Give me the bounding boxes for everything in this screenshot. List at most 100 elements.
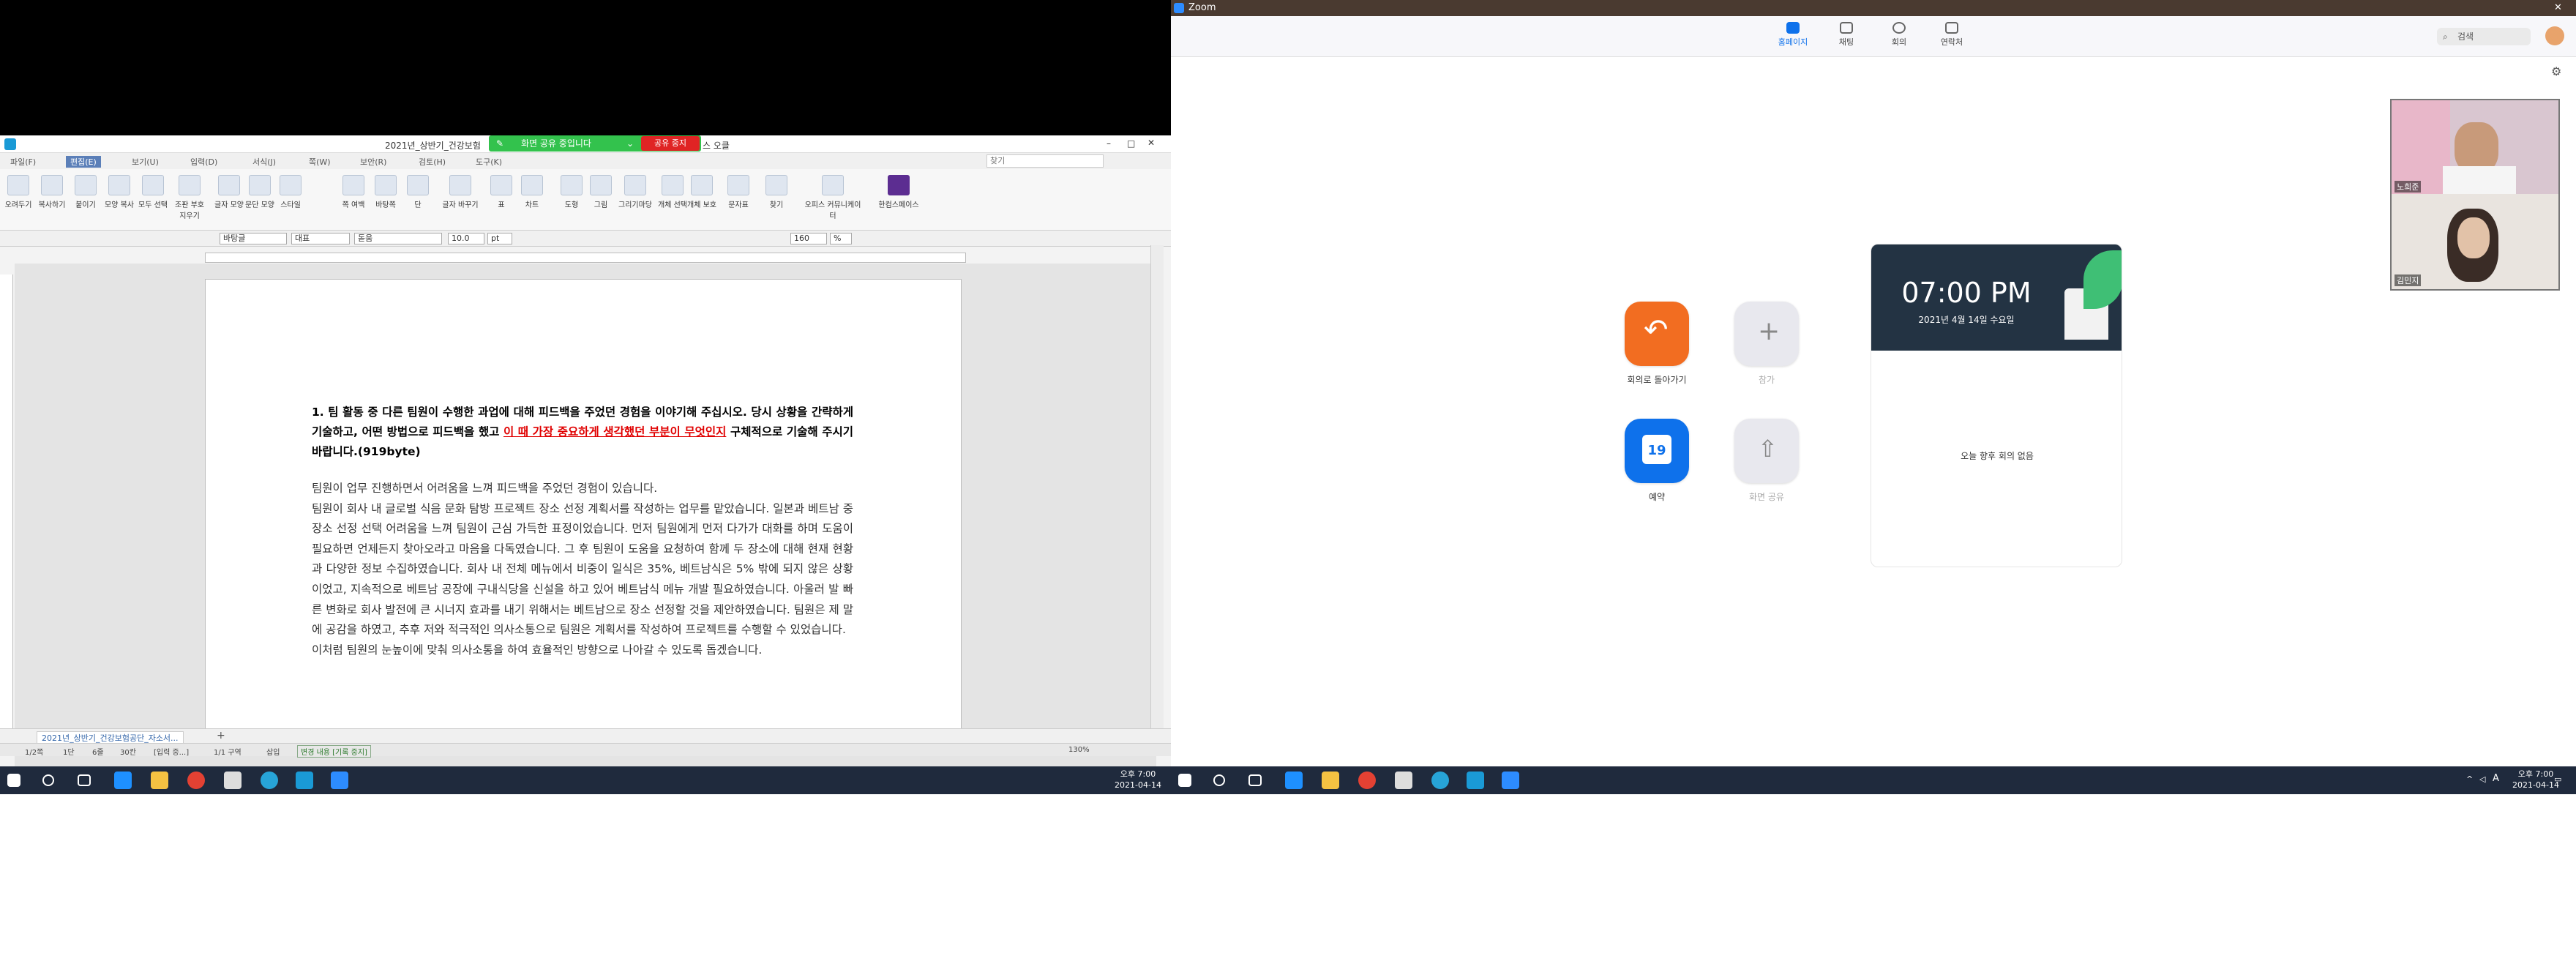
ime-indicator[interactable]: A xyxy=(2493,773,2499,784)
video-participant-2[interactable]: 김민지 xyxy=(2392,194,2558,289)
hwp-search-input[interactable] xyxy=(986,154,1104,168)
search-icon[interactable] xyxy=(1213,774,1225,786)
nav-home[interactable]: 홈페이지 xyxy=(1771,22,1815,48)
ribbon-shape[interactable]: 도형 xyxy=(556,172,587,228)
file-explorer-icon[interactable] xyxy=(1322,772,1339,789)
menu-page[interactable]: 쪽(W) xyxy=(309,156,331,168)
menu-tools[interactable]: 도구(K) xyxy=(476,156,502,168)
close-icon[interactable]: ✕ xyxy=(2554,0,2562,16)
menu-insert[interactable]: 입력(D) xyxy=(190,156,217,168)
zoom-unit[interactable]: % xyxy=(830,233,852,244)
ribbon-select-all[interactable]: 모두 선택 xyxy=(138,172,168,228)
ribbon-style[interactable]: 스타일 xyxy=(275,172,306,228)
status-zoom[interactable]: 130% xyxy=(1068,746,1090,754)
zoom-taskbar-icon[interactable] xyxy=(331,772,348,789)
close-icon[interactable]: ✕ xyxy=(1147,138,1155,148)
chrome-icon[interactable] xyxy=(1358,772,1376,789)
hwp-taskbar-icon[interactable] xyxy=(296,772,313,789)
ribbon-object-select[interactable]: 개체 선택 xyxy=(657,172,688,228)
track-changes-status[interactable]: 변경 내용 [기록 중지] xyxy=(297,745,371,758)
nav-home-label: 홈페이지 xyxy=(1778,37,1808,47)
zoom-search-input[interactable]: ⌕ 검색 xyxy=(2437,28,2531,45)
font-lang-select[interactable]: 대표 xyxy=(291,233,350,244)
rejoin-label: 회의로 돌아가기 xyxy=(1627,375,1687,385)
video-participant-1[interactable]: 노희준 xyxy=(2392,100,2558,194)
ribbon-office-communicator[interactable]: 오피스 커뮤니케이터 xyxy=(802,172,864,228)
app-icon[interactable] xyxy=(224,772,242,789)
nav-contacts[interactable]: 연락처 xyxy=(1930,22,1974,48)
task-view-icon[interactable] xyxy=(1248,774,1262,786)
ribbon-clear-codes[interactable]: 조판 부호 지우기 xyxy=(171,172,208,228)
speaker-icon[interactable]: ◁ xyxy=(2479,774,2485,785)
ribbon-char-shape[interactable]: 글자 모양 xyxy=(214,172,244,228)
join-button[interactable]: + xyxy=(1734,302,1799,366)
zoom-input[interactable]: 160 xyxy=(790,233,827,244)
task-view-icon[interactable] xyxy=(78,774,91,786)
nav-chat[interactable]: 채팅 xyxy=(1824,22,1868,48)
hwp-logo-icon xyxy=(4,138,16,150)
font-size-input[interactable]: 10.0 xyxy=(448,233,484,244)
zoom-logo-icon xyxy=(1174,3,1184,13)
ribbon-find[interactable]: 찾기 xyxy=(761,172,792,228)
edge-new-icon[interactable] xyxy=(1431,772,1449,789)
pencil-icon[interactable]: ✎ xyxy=(496,135,503,152)
schedule-button[interactable]: 19 xyxy=(1625,419,1689,483)
clock-left[interactable]: 오후 7:00 2021-04-14 xyxy=(1112,769,1164,791)
edge-icon[interactable] xyxy=(114,772,132,789)
binoculars-icon xyxy=(765,175,787,195)
ribbon-replace[interactable]: 글자 바꾸기 xyxy=(442,172,479,228)
ribbon-hancom-space[interactable]: 한컴스페이스 xyxy=(868,172,929,228)
ribbon-object-protect[interactable]: 개체 보호 xyxy=(686,172,717,228)
ribbon-table[interactable]: 표 xyxy=(486,172,517,228)
status-input-mode: [입력 중...] xyxy=(154,749,190,757)
vertical-scrollbar[interactable] xyxy=(1150,245,1164,728)
share-screen-button[interactable]: ⇧ xyxy=(1734,419,1799,483)
video-panel: 노희준 김민지 xyxy=(2390,99,2560,291)
ribbon-columns[interactable]: 단 xyxy=(402,172,433,228)
ribbon-copy[interactable]: 복사하기 xyxy=(37,172,67,228)
rejoin-button[interactable]: ↶ xyxy=(1625,302,1689,366)
nav-meetings[interactable]: 회의 xyxy=(1877,22,1921,48)
ribbon-para-shape[interactable]: 문단 모양 xyxy=(244,172,275,228)
chevron-down-icon[interactable]: ⌄ xyxy=(626,135,634,152)
style-select[interactable]: 바탕글 xyxy=(220,233,287,244)
ribbon-drawing[interactable]: 그리기마당 xyxy=(615,172,656,228)
menu-security[interactable]: 보안(R) xyxy=(360,156,386,168)
menu-format[interactable]: 서식(J) xyxy=(252,156,276,168)
file-explorer-icon[interactable] xyxy=(151,772,168,789)
minimize-icon[interactable]: – xyxy=(1107,138,1111,149)
notification-icon[interactable]: ▭ xyxy=(2554,774,2561,785)
avatar[interactable] xyxy=(2545,26,2564,45)
ribbon-master-page[interactable]: 바탕쪽 xyxy=(370,172,401,228)
ribbon-margins[interactable]: 쪽 여백 xyxy=(338,172,369,228)
search-icon[interactable] xyxy=(42,774,54,786)
hwp-taskbar-icon[interactable] xyxy=(1467,772,1484,789)
menu-view[interactable]: 보기(U) xyxy=(132,156,159,168)
edge-new-icon[interactable] xyxy=(261,772,278,789)
zoom-taskbar-icon[interactable] xyxy=(1502,772,1519,789)
ribbon-cut[interactable]: 오려두기 xyxy=(3,172,34,228)
ribbon-format-copy[interactable]: 모양 복사 xyxy=(104,172,135,228)
gear-icon[interactable]: ⚙ xyxy=(2551,64,2561,78)
chrome-icon[interactable] xyxy=(187,772,205,789)
font-select[interactable]: 돋움 xyxy=(354,233,442,244)
windows-start-icon[interactable] xyxy=(7,774,20,787)
menu-review[interactable]: 검토(H) xyxy=(419,156,446,168)
ribbon-symbols[interactable]: 문자표 xyxy=(723,172,754,228)
document-page[interactable]: 1. 팀 활동 중 다른 팀원이 수행한 과업에 대해 피드백을 주었던 경험을… xyxy=(205,279,962,747)
answer-paragraph-3: 이처럼 팀원의 눈높이에 맞춰 의사소통을 하여 효율적인 방향으로 나아갈 수… xyxy=(312,643,763,657)
menu-edit[interactable]: 편집(E) xyxy=(66,156,101,168)
add-tab-icon[interactable]: + xyxy=(217,730,225,741)
windows-start-icon[interactable] xyxy=(1178,774,1191,787)
size-unit-select[interactable]: pt xyxy=(487,233,512,244)
app-icon[interactable] xyxy=(1395,772,1412,789)
maximize-icon[interactable]: □ xyxy=(1127,138,1135,149)
ribbon-paste[interactable]: 붙이기 xyxy=(70,172,101,228)
ribbon-picture[interactable]: 그림 xyxy=(585,172,616,228)
ribbon-chart[interactable]: 차트 xyxy=(517,172,547,228)
menu-file[interactable]: 파일(F) xyxy=(10,156,36,168)
tray-chevron-icon[interactable]: ^ xyxy=(2466,774,2473,785)
edge-icon[interactable] xyxy=(1285,772,1303,789)
stop-share-button[interactable]: 공유 중지 xyxy=(641,136,700,151)
time-left: 오후 7:00 xyxy=(1120,769,1156,779)
